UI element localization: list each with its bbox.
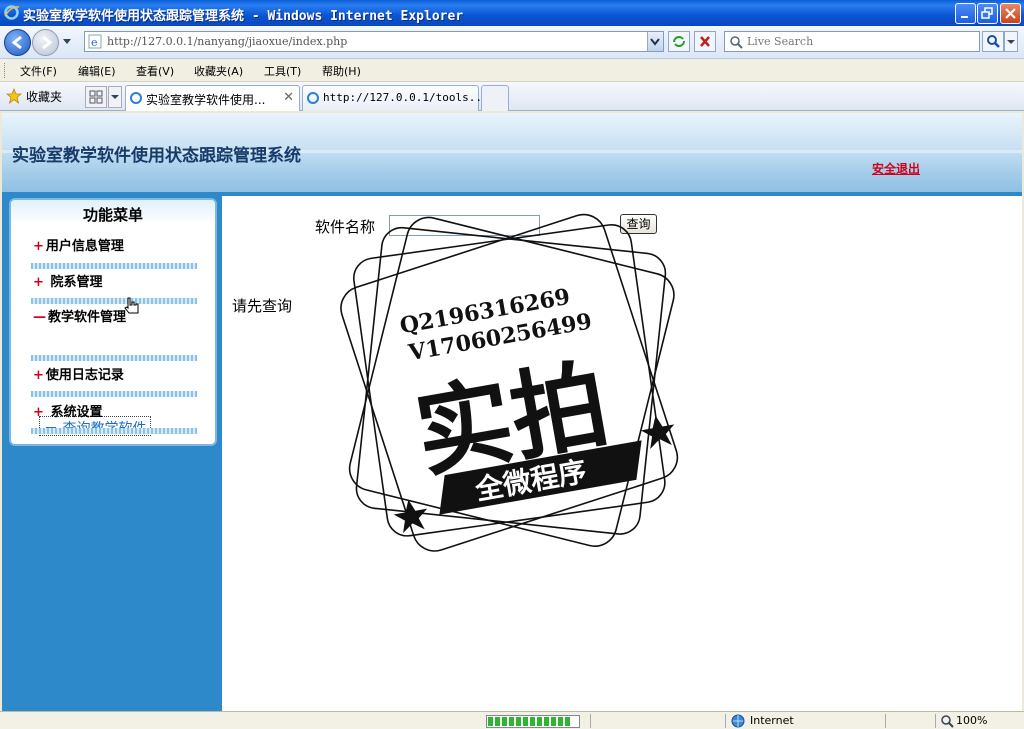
browser-window: 实验室教学软件使用状态跟踪管理系统 - Windows Internet Exp…	[0, 0, 1024, 729]
ie-page-icon	[130, 92, 142, 104]
menu-item-label: 教学软件管理	[48, 310, 127, 325]
status-separator	[935, 714, 936, 728]
menu-title: 功能菜单	[82, 206, 143, 224]
close-window-button[interactable]	[1000, 3, 1021, 24]
svg-text:e: e	[91, 36, 98, 49]
back-arrow-icon	[11, 35, 22, 50]
menu-item-usage-log[interactable]: + 使用日志记录	[33, 364, 124, 383]
progress-bar	[486, 715, 580, 728]
menu-favorites[interactable]: 收藏夹(A)	[194, 63, 243, 79]
collapse-icon: —	[33, 310, 46, 325]
stop-icon	[700, 36, 710, 47]
chevron-down-icon	[650, 38, 660, 46]
menu-item-label: 系统设置	[50, 405, 103, 420]
menu-item-user-info[interactable]: + 用户信息管理	[33, 235, 124, 254]
zoom-level[interactable]: 100%	[956, 714, 987, 727]
search-options-button[interactable]	[1004, 31, 1018, 52]
expand-icon: +	[33, 368, 44, 383]
page-icon: e	[88, 34, 102, 49]
status-bar: Internet 100%	[0, 711, 1024, 729]
minimize-icon	[961, 16, 968, 18]
globe-icon	[731, 714, 745, 728]
ie-page-icon	[307, 92, 319, 104]
quick-tabs-icon	[89, 90, 103, 104]
menu-divider	[31, 428, 197, 434]
chevron-down-icon	[111, 95, 119, 99]
search-box[interactable]: Live Search	[724, 31, 980, 52]
search-icon	[730, 36, 743, 49]
menu-edit[interactable]: 编辑(E)	[78, 63, 116, 79]
menu-item-label: 使用日志记录	[45, 368, 124, 383]
system-title: 实验室教学软件使用状态跟踪管理系统	[12, 146, 301, 166]
menu-item-software[interactable]: — 教学软件管理	[33, 306, 126, 325]
menu-item-label: 用户信息管理	[45, 239, 124, 254]
search-icon	[987, 35, 1000, 48]
tab-active[interactable]: 实验室教学软件使用... ✕	[125, 85, 300, 111]
quick-tabs-button[interactable]	[85, 86, 107, 108]
tab-close-icon[interactable]: ✕	[283, 90, 294, 105]
refresh-icon	[673, 36, 685, 47]
refresh-button[interactable]	[668, 31, 690, 52]
page-header: 实验室教学软件使用状态跟踪管理系统 安全退出	[2, 113, 1022, 196]
status-separator	[885, 714, 886, 728]
address-dropdown-button[interactable]	[647, 32, 663, 51]
security-zone: Internet	[750, 714, 794, 727]
forward-button[interactable]	[32, 29, 59, 56]
menu-divider	[31, 298, 197, 304]
hand-cursor-icon	[124, 297, 139, 314]
ie-logo-icon	[4, 5, 20, 20]
search-go-button[interactable]	[982, 31, 1004, 52]
menu-divider	[31, 355, 197, 361]
expand-icon: +	[33, 239, 44, 254]
tab-label: 实验室教学软件使用...	[146, 93, 266, 107]
logout-link[interactable]: 安全退出	[872, 160, 920, 177]
expand-icon: +	[33, 275, 44, 290]
menu-bar: 文件(F) 编辑(E) 查看(V) 收藏夹(A) 工具(T) 帮助(H)	[0, 59, 1024, 82]
function-menu: 功能菜单 +用户信息管理 + 院系管理 —教学软件管理 － 查询教学软件 +使用…	[9, 198, 217, 446]
tab-list-button[interactable]	[108, 86, 122, 108]
restore-icon	[981, 7, 993, 19]
back-button[interactable]	[4, 29, 31, 56]
history-dropdown-icon[interactable]	[62, 38, 72, 46]
url-text: http://127.0.0.1/nanyang/jiaoxue/index.p…	[107, 35, 348, 48]
new-tab-button[interactable]	[481, 85, 509, 111]
restore-button[interactable]	[977, 3, 998, 24]
menu-divider	[31, 263, 197, 269]
zoom-icon	[941, 715, 954, 728]
status-separator	[725, 714, 726, 728]
toolbar-grip	[4, 63, 7, 78]
minimize-button[interactable]	[955, 3, 976, 24]
menu-item-label: 院系管理	[50, 275, 103, 290]
search-placeholder: Live Search	[747, 35, 814, 48]
menu-view[interactable]: 查看(V)	[136, 63, 174, 79]
expand-icon: +	[33, 405, 44, 420]
status-separator	[590, 714, 591, 728]
menu-tools[interactable]: 工具(T)	[264, 63, 301, 79]
menu-item-system-settings[interactable]: + 系统设置	[33, 401, 102, 420]
tab-tools[interactable]: http://127.0.0.1/tools...	[302, 85, 489, 111]
watermark-stamp: Q2196316269 V17060256499 实拍 全微程序	[340, 213, 679, 552]
stop-button[interactable]	[694, 31, 716, 52]
favorites-star-icon[interactable]	[6, 88, 22, 104]
forward-arrow-icon	[42, 35, 53, 50]
favorites-label[interactable]: 收藏夹	[26, 88, 62, 105]
title-bar: 实验室教学软件使用状态跟踪管理系统 - Windows Internet Exp…	[0, 0, 1024, 26]
menu-header: 功能菜单	[11, 200, 215, 224]
address-bar[interactable]: e http://127.0.0.1/nanyang/jiaoxue/index…	[84, 31, 664, 52]
tab-label: http://127.0.0.1/tools...	[323, 91, 489, 104]
chevron-down-icon	[1007, 40, 1015, 44]
tab-bar: 收藏夹 实验室教学软件使用... ✕ http://127.0.0.1/tool…	[0, 82, 1024, 111]
menu-divider	[31, 391, 197, 397]
menu-help[interactable]: 帮助(H)	[322, 63, 361, 79]
menu-item-department[interactable]: + 院系管理	[33, 271, 102, 290]
window-title: 实验室教学软件使用状态跟踪管理系统 - Windows Internet Exp…	[23, 9, 464, 24]
menu-file[interactable]: 文件(F)	[20, 63, 57, 79]
close-icon	[1005, 8, 1016, 19]
query-hint: 请先查询	[232, 297, 293, 315]
